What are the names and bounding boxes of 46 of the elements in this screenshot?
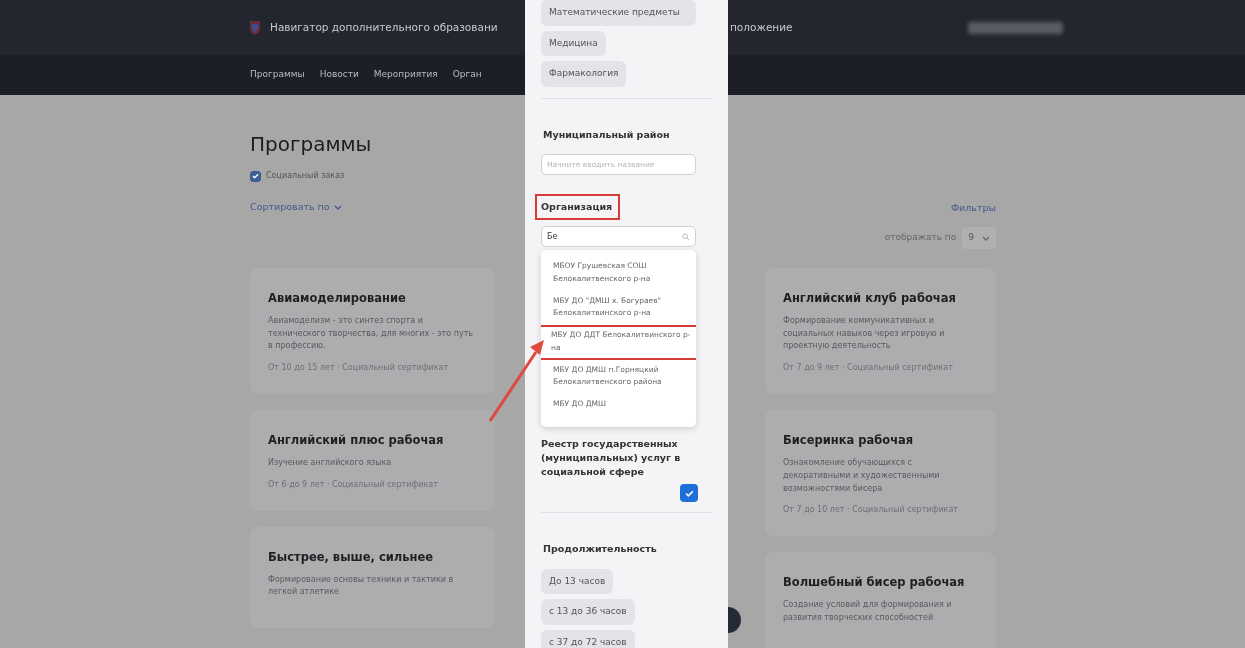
site-title[interactable]: Навигатор дополнительного образовани <box>270 19 498 36</box>
section-label: Муниципальный район <box>542 127 671 142</box>
program-card[interactable]: Волшебный бисер рабочая Создание условий для формирования и развития творческих способностей <box>765 552 996 648</box>
check-icon <box>252 173 259 179</box>
filter-chip[interactable]: До 13 часов <box>541 568 614 595</box>
filter-chip[interactable]: с 13 до 36 часов <box>541 599 635 625</box>
card-title: Английский клуб рабочая <box>783 292 957 306</box>
checkbox[interactable] <box>250 170 261 182</box>
section-label: Организация <box>535 193 621 220</box>
nav-link[interactable]: Мероприятия <box>373 68 438 82</box>
page-title: Программы <box>250 132 373 156</box>
filter-chip[interactable]: Медицина <box>541 30 606 56</box>
card-title: Авиамоделирование <box>268 292 407 306</box>
card-description: Авиамоделизм - это синтез спорта и технического творчества, для многих - это путь в профессию. <box>268 314 474 353</box>
header-link[interactable]: положение <box>730 19 793 36</box>
search-icon <box>682 233 690 241</box>
card-title: Быстрее, выше, сильнее <box>268 550 435 565</box>
section-label: Реестр государственных (муниципальных) услуг в социальной сфере <box>541 437 682 479</box>
nav-link[interactable]: Программы <box>250 68 305 82</box>
checkbox-label: Социальный заказ <box>266 170 345 182</box>
nav-link[interactable]: Орган <box>452 68 482 82</box>
card-meta: От 10 до 15 лет · Социальный сертификат <box>268 362 450 375</box>
card-title: Английский плюс рабочая <box>268 434 445 448</box>
nav-link[interactable]: Новости <box>319 68 359 82</box>
chevron-down-icon <box>333 204 342 210</box>
filter-chip[interactable]: с 37 до 72 часов <box>541 629 635 648</box>
card-description: Формирование коммуникативных и социальных навыков через игровую и проектную деятельность <box>783 314 946 353</box>
per-page-label: отображать по <box>884 231 957 245</box>
emblem-icon <box>248 19 262 36</box>
filter-chip[interactable]: Математические предметы <box>541 0 696 26</box>
card-description: Формирование основы техники и тактики в легкой атлетике <box>268 573 455 599</box>
filter-chip[interactable]: Фармакология <box>541 61 627 87</box>
card-description: Создание условий для формирования и развития творческих способностей <box>783 599 953 624</box>
card-title: Бисеринка рабочая <box>783 434 915 448</box>
card-description: Ознакомление обучающихся с декоративными и художественными возможностями бисера <box>783 457 941 495</box>
program-card[interactable]: Быстрее, выше, сильнее Формирование основы техники и тактики в легкой атлетике <box>250 526 495 629</box>
search-field[interactable]: Бе <box>541 226 696 247</box>
card-description: Изучение английского языка <box>268 457 393 469</box>
chevron-down-icon <box>982 235 990 241</box>
program-card[interactable]: Авиамоделирование Авиамоделизм - это синтез спорта и технического творчества, для многих - это путь в профессию. От 10 до 15 лет · Социальный сертификат <box>250 268 495 395</box>
round-button[interactable] <box>728 607 741 633</box>
check-icon <box>684 489 694 497</box>
per-page-select[interactable]: 9 <box>962 227 996 249</box>
section-label: Продолжительность <box>542 542 658 557</box>
checkbox[interactable] <box>680 484 698 503</box>
card-title: Волшебный бисер рабочая <box>783 576 966 591</box>
